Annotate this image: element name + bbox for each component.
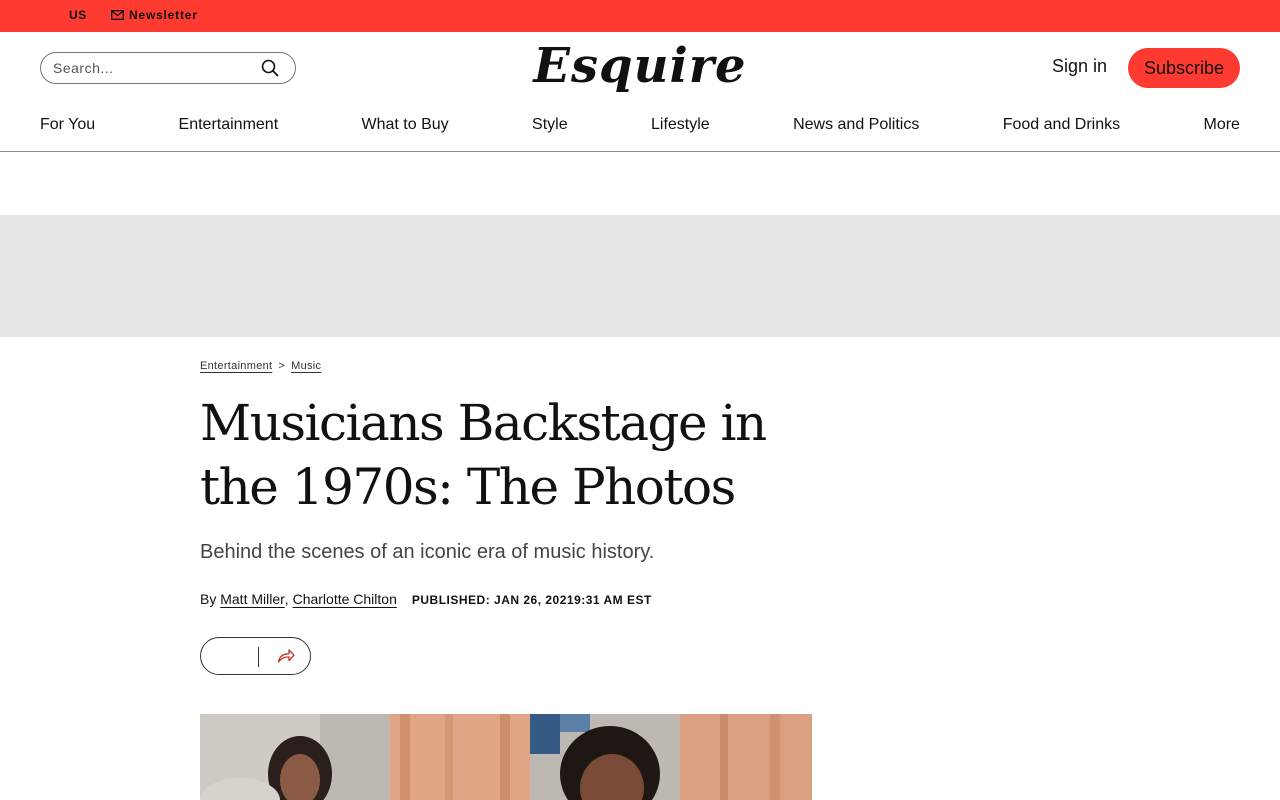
ad-placeholder: [0, 215, 1280, 337]
byline: By Matt Miller, Charlotte Chilton PUBLIS…: [200, 591, 652, 607]
nav-item-more[interactable]: More: [1204, 116, 1240, 136]
share-button[interactable]: [200, 637, 311, 675]
nav-item-entertainment[interactable]: Entertainment: [179, 116, 279, 136]
nav-item-lifestyle[interactable]: Lifestyle: [651, 116, 710, 136]
breadcrumb-music[interactable]: Music: [291, 360, 321, 372]
subscribe-button[interactable]: Subscribe: [1128, 48, 1240, 88]
title-line-1: Musicians Backstage in: [200, 394, 767, 452]
nav-item-style[interactable]: Style: [532, 116, 568, 136]
mail-icon: [111, 10, 124, 20]
top-utility-bar: US Newsletter: [0, 0, 1280, 32]
article-title: Musicians Backstage in the 1970s: The Ph…: [200, 391, 820, 519]
svg-text:Esquire: Esquire: [531, 40, 746, 94]
esquire-logo[interactable]: Esquire: [490, 40, 790, 96]
breadcrumb: Entertainment > Music: [200, 360, 820, 372]
search-input[interactable]: [53, 57, 248, 79]
byline-prefix: By: [200, 591, 217, 607]
breadcrumb-separator: >: [278, 360, 286, 372]
sign-in-link[interactable]: Sign in: [1052, 56, 1107, 77]
author-link-2[interactable]: Charlotte Chilton: [293, 591, 397, 607]
article-lead-photo: [200, 714, 812, 800]
share-divider: [258, 647, 259, 667]
nav-item-news-and-politics[interactable]: News and Politics: [793, 116, 919, 136]
newsletter-label: Newsletter: [129, 8, 198, 22]
main-nav: For You Entertainment What to Buy Style …: [40, 116, 1240, 136]
nav-item-food-and-drinks[interactable]: Food and Drinks: [1003, 116, 1120, 136]
breadcrumb-entertainment[interactable]: Entertainment: [200, 360, 272, 372]
search-box[interactable]: [40, 52, 296, 84]
article-header: Entertainment > Music Musicians Backstag…: [200, 360, 820, 607]
region-selector[interactable]: US: [69, 8, 87, 22]
newsletter-link[interactable]: Newsletter: [111, 8, 198, 22]
site-header: Esquire Sign in Subscribe For You Entert…: [0, 32, 1280, 152]
author-link-1[interactable]: Matt Miller: [220, 591, 285, 607]
search-icon[interactable]: [261, 59, 279, 77]
nav-item-for-you[interactable]: For You: [40, 116, 95, 136]
publish-date: PUBLISHED: JAN 26, 20219:31 AM EST: [411, 593, 652, 607]
nav-item-what-to-buy[interactable]: What to Buy: [362, 116, 449, 136]
article-dek: Behind the scenes of an iconic era of mu…: [200, 541, 655, 563]
photo-illustration: [200, 714, 812, 800]
share-arrow-icon[interactable]: [277, 648, 295, 664]
title-line-2: the 1970s: The Photos: [200, 458, 736, 516]
